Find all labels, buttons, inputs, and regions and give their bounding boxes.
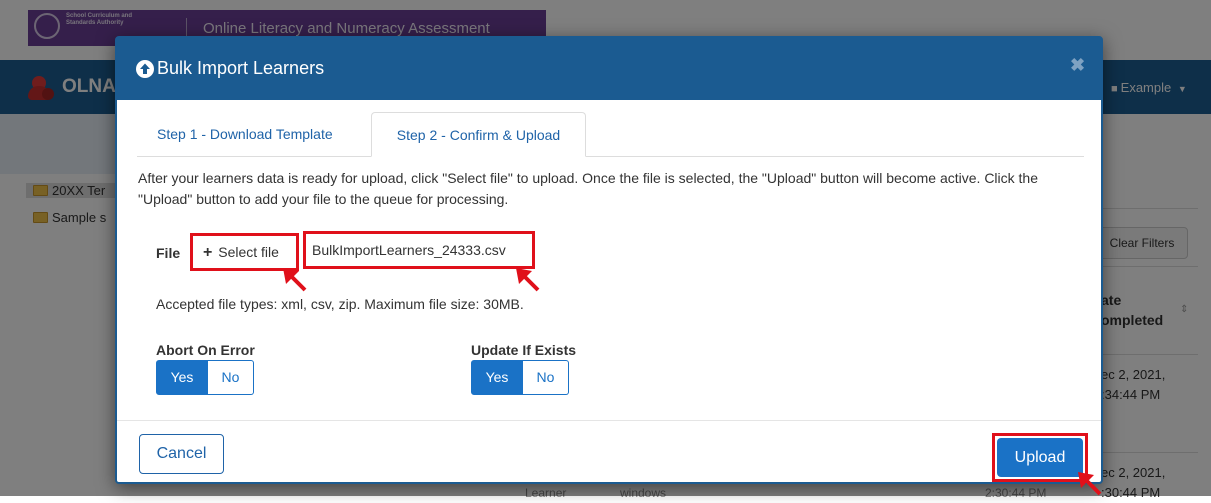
- selected-filename: BulkImportLearners_24333.csv: [303, 231, 535, 269]
- tab-download-template[interactable]: Step 1 - Download Template: [139, 112, 351, 157]
- modal-header: Bulk Import Learners ✖: [117, 38, 1101, 100]
- tab-confirm-upload[interactable]: Step 2 - Confirm & Upload: [371, 112, 586, 157]
- abort-on-error-label: Abort On Error: [156, 342, 255, 358]
- abort-on-error-yes[interactable]: Yes: [156, 360, 208, 395]
- update-if-exists-no[interactable]: No: [523, 360, 569, 395]
- close-icon[interactable]: ✖: [1070, 55, 1085, 76]
- upload-circle-icon: [136, 60, 154, 78]
- update-if-exists-toggle: Yes No: [471, 360, 569, 395]
- plus-icon: +: [203, 244, 213, 261]
- bulk-import-modal: Bulk Import Learners ✖ Step 1 - Download…: [115, 36, 1103, 484]
- select-file-label: Select file: [218, 244, 279, 260]
- abort-on-error-toggle: Yes No: [156, 360, 254, 395]
- modal-title: Bulk Import Learners: [157, 58, 325, 78]
- update-if-exists-label: Update If Exists: [471, 342, 577, 358]
- accepted-file-types: Accepted file types: xml, csv, zip. Maxi…: [156, 296, 524, 312]
- update-if-exists-yes[interactable]: Yes: [471, 360, 523, 395]
- cancel-button[interactable]: Cancel: [139, 434, 224, 474]
- annotation-arrow-icon: [516, 268, 540, 292]
- annotation-arrow-icon: [283, 268, 307, 292]
- upload-instructions: After your learners data is ready for up…: [138, 170, 1038, 207]
- upload-button[interactable]: Upload: [997, 438, 1083, 477]
- abort-on-error-no[interactable]: No: [208, 360, 254, 395]
- file-label: File: [156, 245, 181, 261]
